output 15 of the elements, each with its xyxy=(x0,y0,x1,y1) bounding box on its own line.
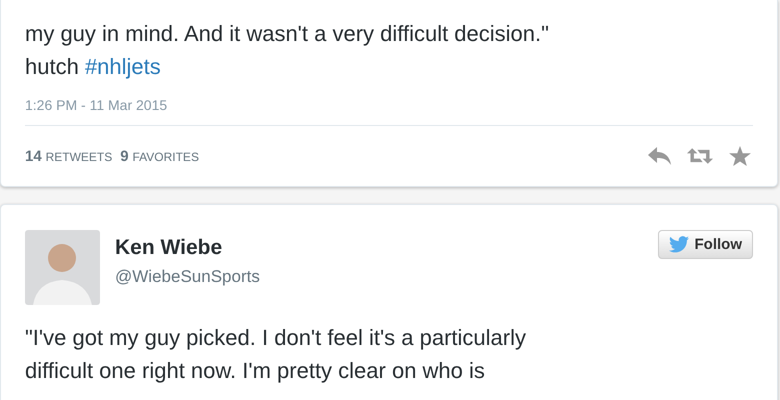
hashtag-link[interactable]: #nhljets xyxy=(84,54,161,79)
follow-button[interactable]: Follow xyxy=(658,230,753,259)
tweet-text: difficult one right now. I'm pretty clear on who is xyxy=(25,357,486,385)
author-handle[interactable]: @WiebeSunSports xyxy=(115,267,260,287)
tweet-text: my guy in mind. And it wasn't a very difficult decision." xyxy=(25,20,550,48)
star-icon[interactable] xyxy=(727,146,753,166)
bird-icon xyxy=(668,236,688,253)
retweet-icon[interactable] xyxy=(687,146,713,166)
stat-count[interactable]: 14 RETWEETS xyxy=(25,148,112,164)
tweet-timestamp[interactable]: 1:26 PM - 11 Mar 2015 xyxy=(25,97,753,126)
tweet-text: hutch #nhljets xyxy=(25,53,162,81)
tweet-text: "I've got my guy picked. I don't feel it's a particularly xyxy=(25,324,527,352)
author-name: Ken Wiebe xyxy=(115,236,224,260)
stat-count[interactable]: 9 FAVORITES xyxy=(120,148,199,164)
reply-icon[interactable] xyxy=(647,146,673,166)
